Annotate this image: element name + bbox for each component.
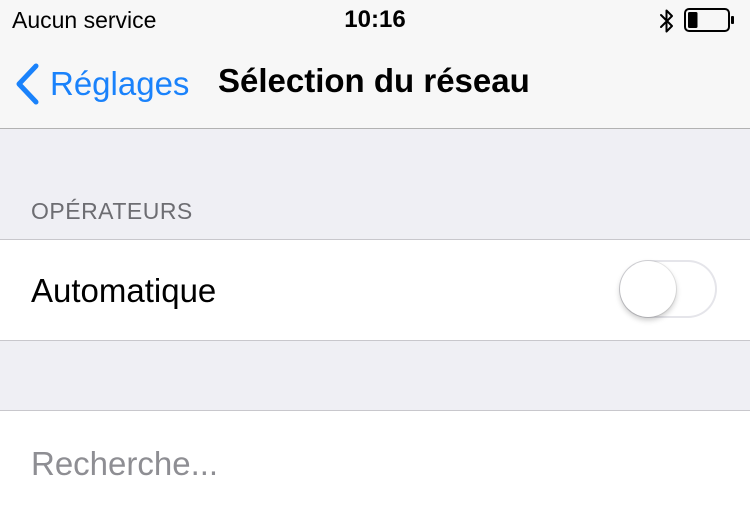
clock: 10:16 bbox=[344, 6, 406, 33]
automatic-row: Automatique bbox=[0, 239, 750, 341]
back-button[interactable]: Réglages bbox=[14, 60, 189, 108]
automatic-label: Automatique bbox=[31, 272, 217, 309]
section-header-operators: OPÉRATEURS bbox=[31, 198, 193, 224]
navigation-bar: Réglages Sélection du réseau bbox=[0, 40, 750, 129]
status-bar: Aucun service 10:16 bbox=[0, 0, 750, 40]
automatic-toggle[interactable] bbox=[619, 260, 717, 318]
chevron-left-icon bbox=[14, 62, 40, 106]
searching-row: Recherche... bbox=[0, 410, 750, 521]
page-title: Sélection du réseau bbox=[218, 62, 530, 99]
searching-label: Recherche... bbox=[31, 445, 219, 482]
toggle-knob bbox=[620, 261, 676, 317]
back-button-label: Réglages bbox=[50, 65, 190, 102]
